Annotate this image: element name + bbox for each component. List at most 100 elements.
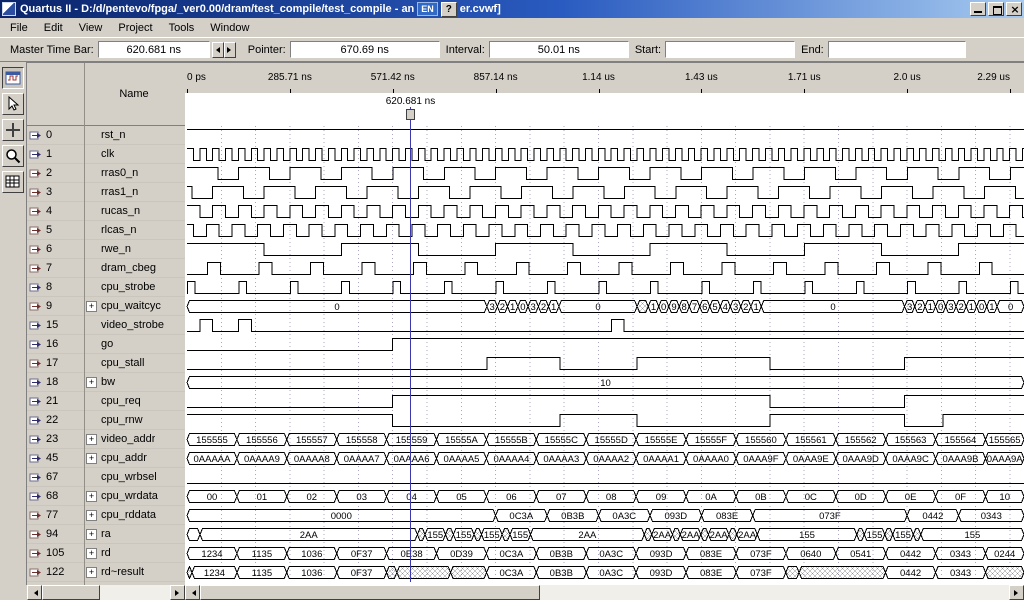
waveform-canvas[interactable]: 0321032101098765432103210321010101555551… — [185, 126, 1024, 582]
signal-name[interactable]: video_strobe — [101, 319, 164, 331]
signal-name[interactable]: rlcas_n — [101, 224, 136, 236]
signal-name[interactable]: cpu_stall — [101, 357, 144, 369]
wave-scroll-left-button[interactable] — [185, 585, 200, 600]
master-time-bar-strip[interactable]: 620.681 ns — [185, 93, 1024, 126]
menu-item-project[interactable]: Project — [110, 20, 160, 36]
wave-scrollbar-thumb[interactable] — [200, 585, 540, 600]
signal-row-bw[interactable]: 18+bw — [27, 373, 185, 392]
signal-row-rras1_n[interactable]: 3rras1_n — [27, 183, 185, 202]
master-time-field[interactable]: 620.681 ns — [98, 41, 210, 58]
svg-text:083E: 083E — [700, 568, 722, 579]
signal-row-cpu_rddata[interactable]: 77+cpu_rddata — [27, 506, 185, 525]
panel-scroll-right-button[interactable] — [170, 585, 185, 600]
signal-row-cpu_waitcyc[interactable]: 9 + cpu_waitcyc — [27, 297, 185, 316]
expand-plus-icon[interactable]: + — [86, 453, 97, 464]
language-indicator[interactable]: EN — [417, 2, 438, 16]
signal-row-cpu_wrdata[interactable]: 68+cpu_wrdata — [27, 487, 185, 506]
menu-item-tools[interactable]: Tools — [161, 20, 203, 36]
signal-row-clk[interactable]: 1clk — [27, 145, 185, 164]
master-time-next-button[interactable] — [224, 42, 236, 58]
close-button[interactable]: × — [1006, 2, 1022, 16]
svg-text:093D: 093D — [664, 511, 687, 522]
signal-name[interactable]: bw — [101, 376, 115, 388]
signal-row-rd[interactable]: 105 + rd — [27, 544, 185, 563]
title-bar[interactable]: Quartus II - D:/d/pentevo/fpga/_ver0.00/… — [0, 0, 1024, 18]
signal-row-cpu_rnw[interactable]: 22 cpu_rnw — [27, 411, 185, 430]
signal-name[interactable]: cpu_addr — [101, 452, 147, 464]
signal-name[interactable]: cpu_rddata — [101, 509, 156, 521]
arrow-right-icon — [227, 47, 234, 53]
signal-row-rlcas_n[interactable]: 5rlcas_n — [27, 221, 185, 240]
menu-item-file[interactable]: File — [2, 20, 36, 36]
signal-name[interactable]: cpu_waitcyc — [101, 300, 161, 312]
signal-name[interactable]: cpu_strobe — [101, 281, 155, 293]
expand-plus-icon[interactable]: + — [86, 434, 97, 445]
signal-name[interactable]: cpu_rnw — [101, 414, 143, 426]
signal-row-rucas_n[interactable]: 4rucas_n — [27, 202, 185, 221]
signal-row-cpu_stall[interactable]: 17cpu_stall — [27, 354, 185, 373]
expand-plus-icon[interactable]: + — [86, 510, 97, 521]
signal-name[interactable]: ra — [101, 528, 111, 540]
signal-row-video_strobe[interactable]: 15video_strobe — [27, 316, 185, 335]
signal-name[interactable]: rras0_n — [101, 167, 138, 179]
expand-plus-icon[interactable]: + — [86, 491, 97, 502]
menu-item-window[interactable]: Window — [202, 20, 257, 36]
hand-tool-button[interactable] — [2, 119, 24, 141]
signal-name[interactable]: cpu_wrbsel — [101, 471, 157, 483]
signal-name[interactable]: rd — [101, 547, 111, 559]
signal-row-cpu_wrbsel[interactable]: 67cpu_wrbsel — [27, 468, 185, 487]
signal-name[interactable]: rucas_n — [101, 205, 140, 217]
menu-item-edit[interactable]: Edit — [36, 20, 71, 36]
zoom-tool-button[interactable] — [2, 145, 24, 167]
signal-row-rst_n[interactable]: 0rst_n — [27, 126, 185, 145]
signal-name[interactable]: rras1_n — [101, 186, 138, 198]
signal-id-cell: 9 — [27, 300, 82, 312]
signal-row-rd-result[interactable]: 122+rd~result — [27, 563, 185, 582]
signal-row-go[interactable]: 16go — [27, 335, 185, 354]
panel-scrollbar-thumb[interactable] — [42, 585, 100, 600]
menu-item-view[interactable]: View — [71, 20, 111, 36]
signal-index: 105 — [46, 547, 82, 559]
signal-row-video_addr[interactable]: 23+video_addr — [27, 430, 185, 449]
signal-name[interactable]: video_addr — [101, 433, 155, 445]
expand-plus-icon[interactable]: + — [86, 529, 97, 540]
help-icon[interactable]: ? — [441, 2, 457, 17]
restore-button[interactable] — [988, 2, 1004, 16]
expand-plus-icon[interactable]: + — [86, 567, 97, 578]
signal-row-rras0_n[interactable]: 2rras0_n — [27, 164, 185, 183]
signal-name[interactable]: rst_n — [101, 129, 125, 141]
waveform-report-tool-button[interactable] — [2, 67, 24, 89]
signal-name[interactable]: clk — [101, 148, 114, 160]
expand-plus-icon[interactable]: + — [86, 301, 97, 312]
expand-plus-icon[interactable]: + — [86, 548, 97, 559]
name-column-header[interactable]: Name — [85, 63, 183, 125]
signal-row-cpu_req[interactable]: 21cpu_req — [27, 392, 185, 411]
signal-row-ra[interactable]: 94+ra — [27, 525, 185, 544]
time-ruler[interactable]: 0 ps285.71 ns571.42 ns857.14 ns1.14 us1.… — [185, 63, 1024, 94]
signal-name[interactable]: cpu_wrdata — [101, 490, 158, 502]
signal-name[interactable]: cpu_req — [101, 395, 141, 407]
master-time-bar-handle[interactable] — [406, 109, 415, 120]
selection-tool-button[interactable] — [2, 93, 24, 115]
signal-row-dram_cbeg[interactable]: 7dram_cbeg — [27, 259, 185, 278]
svg-text:0343: 0343 — [950, 549, 971, 560]
master-time-prev-button[interactable] — [212, 42, 224, 58]
minimize-button[interactable] — [970, 2, 986, 16]
svg-text:5: 5 — [712, 302, 717, 313]
signal-row-rwe_n[interactable]: 6rwe_n — [27, 240, 185, 259]
grid-tool-button[interactable] — [2, 171, 24, 193]
panel-scroll-left-button[interactable] — [27, 585, 42, 600]
signal-name[interactable]: go — [101, 338, 113, 350]
svg-text:0B3B: 0B3B — [550, 568, 573, 579]
signal-index: 22 — [46, 414, 82, 426]
signal-row-cpu_addr[interactable]: 45+cpu_addr — [27, 449, 185, 468]
signal-name[interactable]: rwe_n — [101, 243, 131, 255]
input-pin-icon — [29, 339, 46, 350]
expand-plus-icon[interactable]: + — [86, 377, 97, 388]
pointer-field: 670.69 ns — [290, 41, 440, 58]
signal-row-cpu_strobe[interactable]: 8cpu_strobe — [27, 278, 185, 297]
waveform-pane[interactable]: 0 ps285.71 ns571.42 ns857.14 ns1.14 us1.… — [185, 62, 1024, 585]
signal-name[interactable]: rd~result — [101, 566, 144, 578]
wave-scroll-right-button[interactable] — [1009, 585, 1024, 600]
signal-name[interactable]: dram_cbeg — [101, 262, 156, 274]
